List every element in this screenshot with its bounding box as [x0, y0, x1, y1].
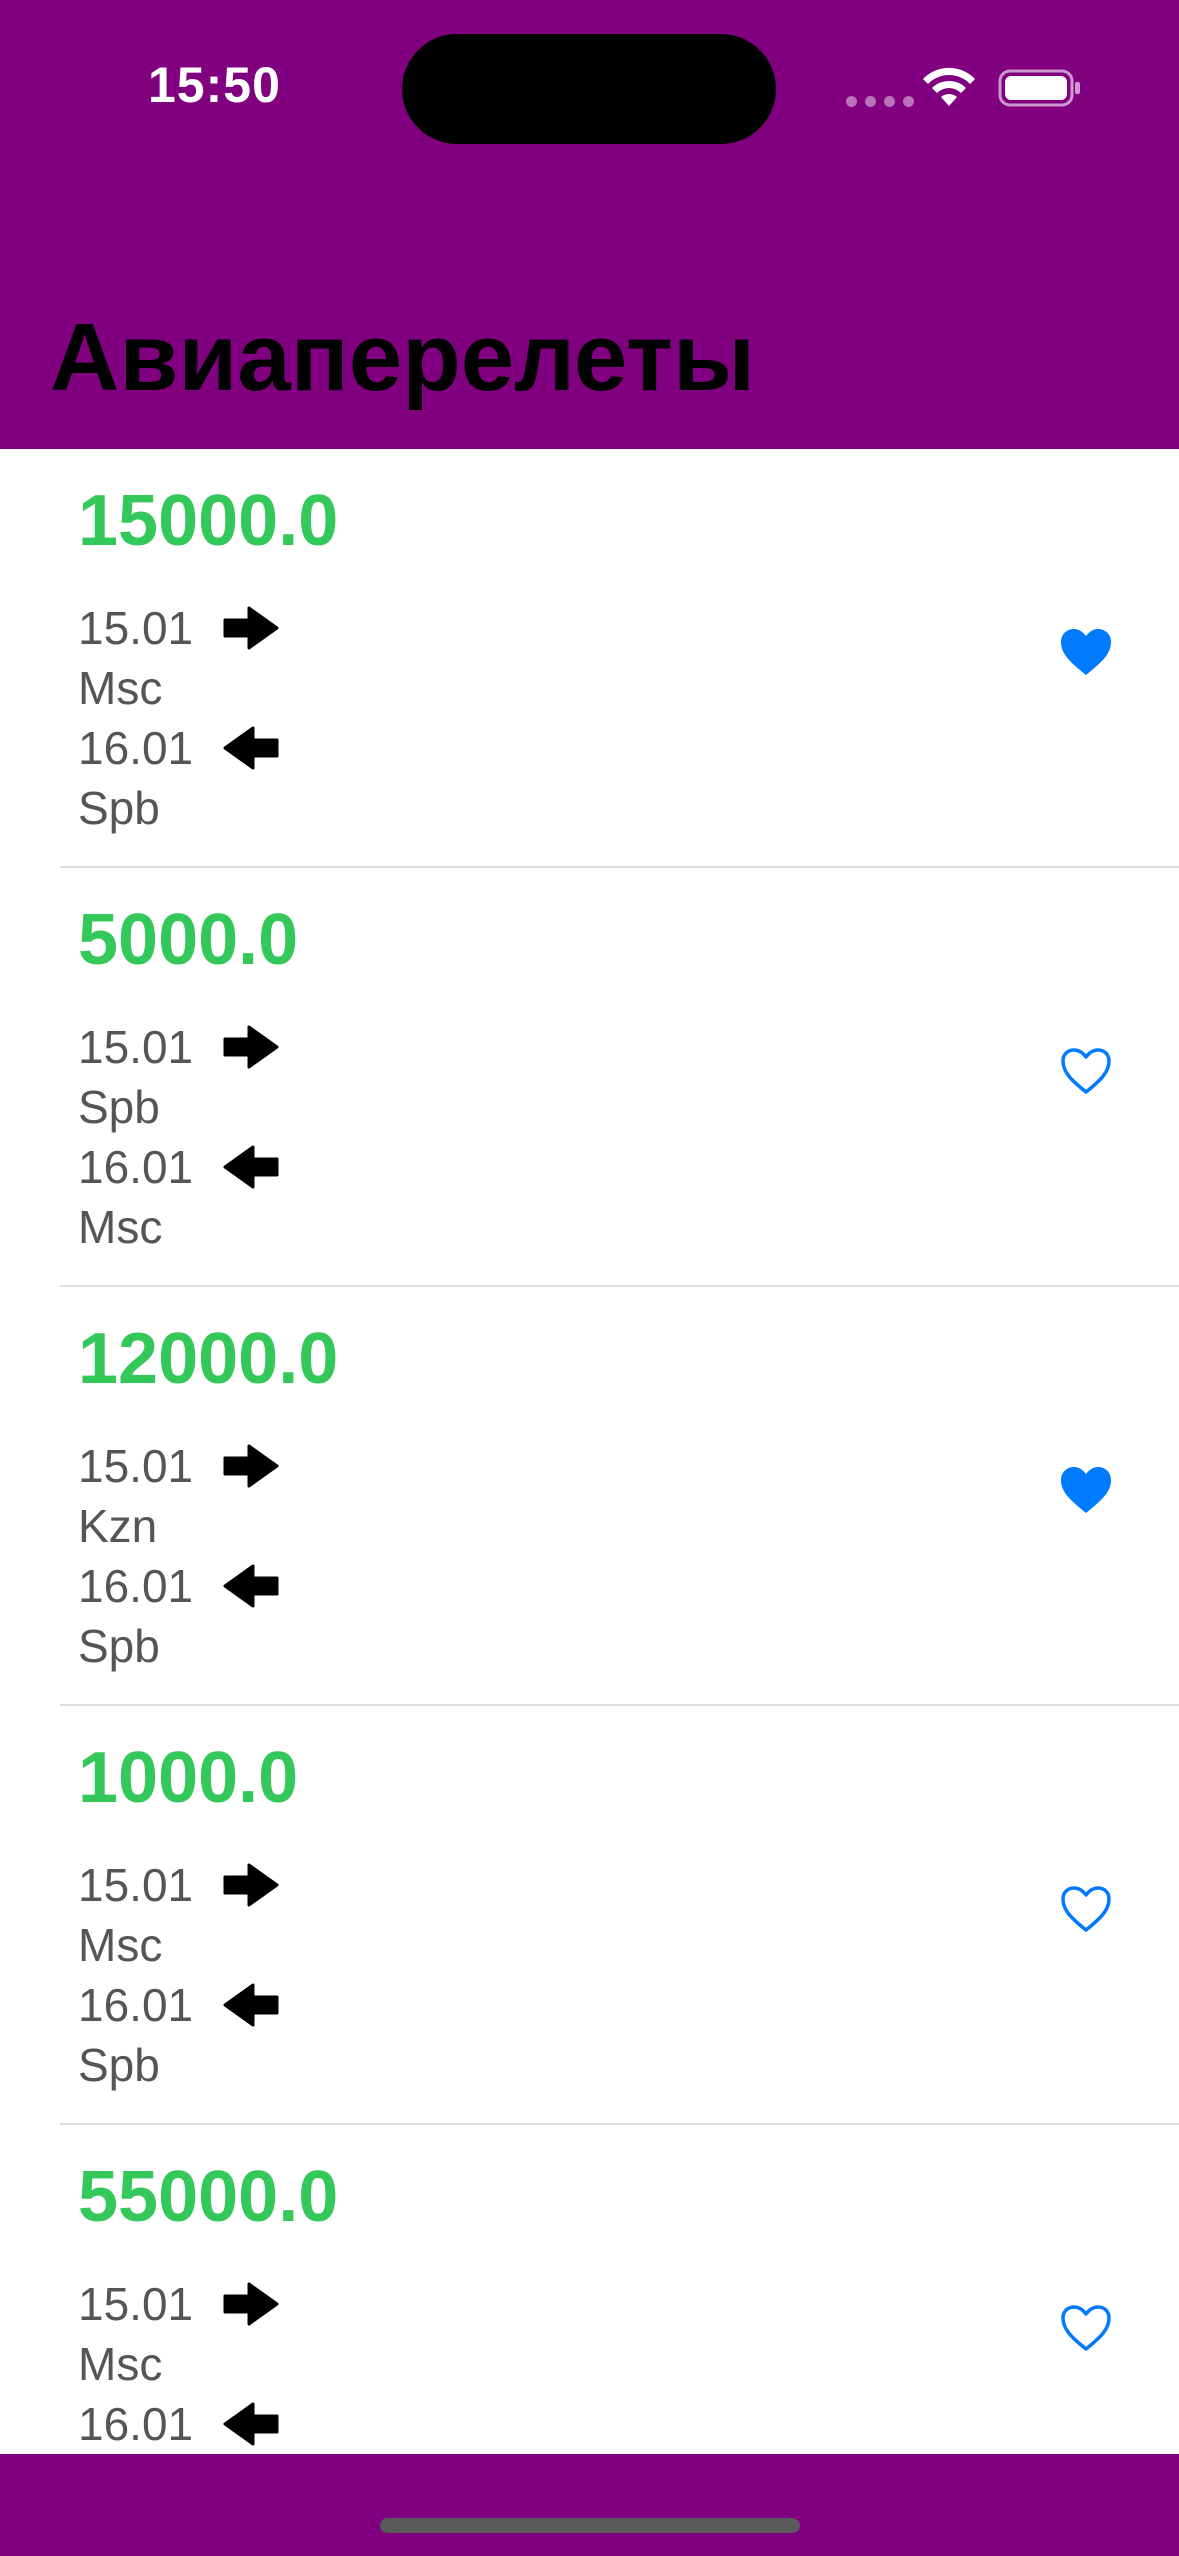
depart-date-line: 15.01: [78, 1862, 279, 1908]
navigation-header: 15:50 Авиаперелеты: [0, 0, 1179, 449]
return-city: Spb: [78, 782, 160, 834]
depart-date: 15.01: [78, 2278, 194, 2330]
app-screen: 15:50 Авиаперелеты 15000.0 15.01 Msc 16.…: [0, 0, 1179, 2556]
return-date: 16.01: [78, 2398, 194, 2450]
heart-outline-icon: [1061, 2304, 1111, 2351]
arrow-right-icon: [223, 1025, 279, 1069]
depart-city: Msc: [78, 1919, 163, 1971]
depart-date: 15.01: [78, 1859, 194, 1911]
heart-outline-icon: [1061, 1047, 1111, 1094]
depart-city: Kzn: [78, 1500, 158, 1552]
arrow-right-icon: [223, 1444, 279, 1488]
flight-row[interactable]: 55000.0 15.01 Msc 16.01: [60, 2125, 1179, 2454]
flight-price: 1000.0: [78, 1738, 299, 1818]
depart-date-line: 15.01: [78, 2281, 279, 2327]
return-date-line: 16.01: [78, 1982, 279, 2028]
depart-city: Msc: [78, 662, 163, 714]
depart-date: 15.01: [78, 1440, 194, 1492]
favorite-button[interactable]: [1056, 1044, 1116, 1100]
heart-filled-icon: [1061, 1466, 1111, 1513]
status-time: 15:50: [148, 57, 281, 113]
flight-row[interactable]: 5000.0 15.01 Spb 16.01 Msc: [60, 868, 1179, 1287]
favorite-button[interactable]: [1056, 1882, 1116, 1938]
arrow-left-icon: [223, 726, 279, 770]
return-date: 16.01: [78, 1979, 194, 2031]
arrow-right-icon: [223, 1863, 279, 1907]
return-date: 16.01: [78, 1560, 194, 1612]
flight-price: 12000.0: [78, 1319, 339, 1399]
favorite-button[interactable]: [1056, 1463, 1116, 1519]
flight-row[interactable]: 1000.0 15.01 Msc 16.01 Spb: [60, 1706, 1179, 2125]
return-date: 16.01: [78, 1141, 194, 1193]
heart-outline-icon: [1061, 1885, 1111, 1932]
arrow-right-icon: [223, 2282, 279, 2326]
return-city: Msc: [78, 1201, 163, 1253]
arrow-left-icon: [223, 1564, 279, 1608]
depart-date-line: 15.01: [78, 605, 279, 651]
wifi-icon: [923, 67, 975, 106]
depart-city: Msc: [78, 2338, 163, 2390]
return-date-line: 16.01: [78, 725, 279, 771]
bottom-bar: [0, 2454, 1179, 2556]
depart-date-line: 15.01: [78, 1024, 279, 1070]
favorite-button[interactable]: [1056, 2301, 1116, 2357]
return-city: Spb: [78, 1620, 160, 1672]
return-date-line: 16.01: [78, 2401, 279, 2447]
flight-price: 15000.0: [78, 481, 339, 561]
arrow-left-icon: [223, 1145, 279, 1189]
heart-filled-icon: [1061, 628, 1111, 675]
flight-row[interactable]: 12000.0 15.01 Kzn 16.01 Spb: [60, 1287, 1179, 1706]
flight-price: 55000.0: [78, 2157, 339, 2237]
arrow-left-icon: [223, 2402, 279, 2446]
cellular-signal-icon: [846, 96, 914, 107]
return-date: 16.01: [78, 722, 194, 774]
depart-city: Spb: [78, 1081, 160, 1133]
depart-date: 15.01: [78, 602, 194, 654]
return-date-line: 16.01: [78, 1563, 279, 1609]
depart-date-line: 15.01: [78, 1443, 279, 1489]
battery-icon: [998, 69, 1080, 107]
arrow-left-icon: [223, 1983, 279, 2027]
depart-date: 15.01: [78, 1021, 194, 1073]
arrow-right-icon: [223, 606, 279, 650]
return-date-line: 16.01: [78, 1144, 279, 1190]
flight-row[interactable]: 15000.0 15.01 Msc 16.01 Spb: [60, 449, 1179, 868]
flight-price: 5000.0: [78, 900, 299, 980]
page-title: Авиаперелеты: [50, 304, 755, 411]
home-indicator[interactable]: [380, 2518, 800, 2533]
return-city: Spb: [78, 2039, 160, 2091]
favorite-button[interactable]: [1056, 625, 1116, 681]
dynamic-island: [402, 34, 776, 144]
flight-list[interactable]: 15000.0 15.01 Msc 16.01 Spb 5000.0 15.01…: [0, 449, 1179, 2454]
